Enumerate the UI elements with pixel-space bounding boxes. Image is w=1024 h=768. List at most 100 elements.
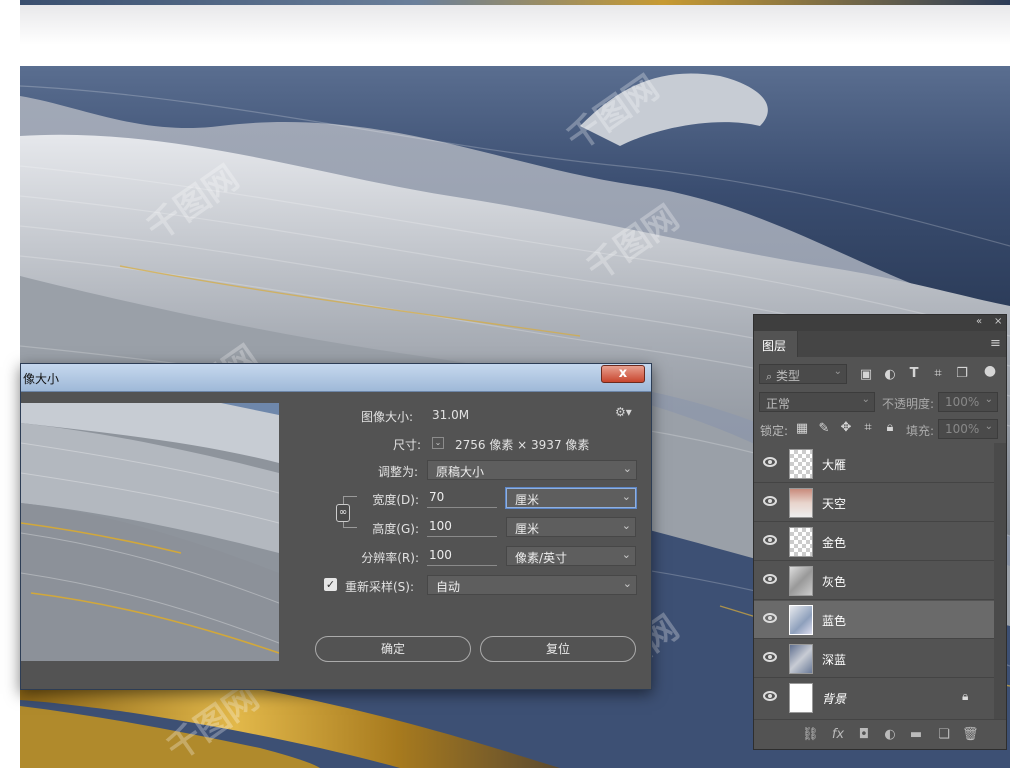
adjustment-layer-icon[interactable]: ◐ xyxy=(882,727,898,742)
lock-position-icon[interactable]: ✥ xyxy=(838,420,854,435)
fx-icon[interactable]: fx xyxy=(830,727,846,742)
shape-filter-icon[interactable]: ⌗ xyxy=(930,366,946,381)
layer-thumbnail xyxy=(789,527,813,557)
layer-thumbnail xyxy=(789,605,813,635)
filter-type-label: 类型 xyxy=(776,369,801,383)
eye-icon[interactable] xyxy=(763,535,777,545)
eye-icon[interactable] xyxy=(763,613,777,623)
eye-icon[interactable] xyxy=(763,691,777,701)
layer-row[interactable]: 金色 xyxy=(754,523,994,561)
fit-to-label: 调整为: xyxy=(377,465,418,479)
fill-label: 填充: xyxy=(906,424,935,438)
smart-object-filter-icon[interactable]: ❐ xyxy=(954,366,970,381)
layer-thumbnail xyxy=(789,449,813,479)
resolution-unit-select[interactable]: 像素/英寸 ⌄ xyxy=(506,546,636,566)
layer-row[interactable]: 天空 xyxy=(754,484,994,522)
dimensions-unit-dropdown[interactable]: ⌄ xyxy=(432,437,444,449)
image-size-value: 31.0M xyxy=(432,408,470,422)
lock-paint-icon[interactable]: ✎ xyxy=(816,421,832,436)
layers-panel: « × 图层 ≡ ⌕ 类型 ⌄ ▣ ◐ T ⌗ ❐ ● 正常 ⌄ 不透明度: 100… xyxy=(753,314,1007,750)
eye-icon[interactable] xyxy=(763,457,777,467)
layer-thumbnail xyxy=(789,644,813,674)
layer-filter-select[interactable]: ⌕ 类型 ⌄ xyxy=(759,364,847,384)
width-input[interactable]: 70 xyxy=(427,488,497,508)
width-unit-value: 厘米 xyxy=(515,493,540,507)
layer-name: 灰色 xyxy=(822,575,847,589)
lock-label: 锁定: xyxy=(760,424,789,438)
group-folder-icon[interactable]: ▬ xyxy=(908,727,924,742)
fit-to-value: 原稿大小 xyxy=(436,465,485,479)
eye-icon[interactable] xyxy=(763,652,777,662)
blend-mode-select[interactable]: 正常 ⌄ xyxy=(759,392,875,412)
pixel-filter-icon[interactable]: ▣ xyxy=(858,367,874,382)
resample-checkbox[interactable]: ✓ xyxy=(324,578,337,591)
layers-scrollbar[interactable] xyxy=(994,443,1006,719)
adjustment-filter-icon[interactable]: ◐ xyxy=(882,367,898,382)
dialog-titlebar[interactable]: 像大小 x xyxy=(21,364,651,392)
lock-artboard-icon[interactable]: ⌗ xyxy=(860,420,876,435)
resample-label: 重新采样(S): xyxy=(345,580,415,594)
lock-icon: 🔒︎ xyxy=(962,689,969,703)
blend-mode-value: 正常 xyxy=(766,397,791,411)
chevron-down-icon: ⌄ xyxy=(621,519,631,532)
link-layers-icon[interactable]: ⛓ xyxy=(802,727,819,742)
eye-icon[interactable] xyxy=(763,574,777,584)
image-preview[interactable] xyxy=(21,403,279,661)
resolution-unit-value: 像素/英寸 xyxy=(515,551,568,565)
chevron-down-icon: ⌄ xyxy=(621,490,631,503)
opacity-label: 不透明度: xyxy=(882,397,935,411)
chevron-down-icon: ⌄ xyxy=(621,548,631,561)
eye-icon[interactable] xyxy=(763,496,777,506)
width-unit-select[interactable]: 厘米 ⌄ xyxy=(506,488,636,508)
dimensions-value: 2756 像素 × 3937 像素 xyxy=(455,438,590,452)
layer-thumbnail xyxy=(789,566,813,596)
resolution-label: 分辨率(R): xyxy=(361,551,419,565)
height-input[interactable]: 100 xyxy=(427,517,497,537)
reset-button[interactable]: 复位 xyxy=(480,636,636,662)
resample-select[interactable]: 自动 ⌄ xyxy=(427,575,637,595)
layer-row[interactable]: 大雁 xyxy=(754,445,994,483)
search-icon: ⌕ xyxy=(766,370,773,383)
resolution-input[interactable]: 100 xyxy=(427,546,497,566)
ok-button[interactable]: 确定 xyxy=(315,636,471,662)
layer-name: 大雁 xyxy=(822,458,847,472)
layer-thumbnail xyxy=(789,683,813,713)
chevron-down-icon: ⌄ xyxy=(622,462,632,475)
fit-to-select[interactable]: 原稿大小 ⌄ xyxy=(427,460,637,480)
panel-header[interactable]: « × xyxy=(754,315,1006,331)
fill-input[interactable]: 100% ⌄ xyxy=(938,419,998,439)
layer-thumbnail xyxy=(789,488,813,518)
width-label: 宽度(D): xyxy=(372,493,419,507)
tab-layers[interactable]: 图层 xyxy=(754,331,798,357)
opacity-input[interactable]: 100% ⌄ xyxy=(938,392,998,412)
layer-name: 蓝色 xyxy=(822,614,847,628)
layer-name: 深蓝 xyxy=(822,653,847,667)
type-filter-icon[interactable]: T xyxy=(906,366,922,381)
panel-menu-icon[interactable]: ≡ xyxy=(990,336,1001,351)
layer-mask-icon[interactable]: ◘ xyxy=(856,727,872,742)
height-unit-select[interactable]: 厘米 ⌄ xyxy=(506,517,636,537)
gear-icon[interactable]: ⚙▾ xyxy=(615,405,632,419)
layer-row[interactable]: 灰色 xyxy=(754,562,994,600)
close-icon[interactable]: × xyxy=(994,316,1002,327)
preview-image xyxy=(21,403,279,661)
layer-name: 天空 xyxy=(822,497,847,511)
chevron-down-icon: ⌄ xyxy=(984,421,993,432)
filter-toggle-icon[interactable]: ● xyxy=(982,363,998,379)
trash-icon[interactable]: 🗑︎ xyxy=(962,727,979,742)
lock-all-icon[interactable]: 🔒︎ xyxy=(882,420,898,435)
layer-row[interactable]: 深蓝 xyxy=(754,640,994,678)
dimensions-label: 尺寸: xyxy=(392,438,421,452)
opacity-value: 100% xyxy=(945,395,980,409)
collapse-icon[interactable]: « xyxy=(976,316,982,327)
height-label: 高度(G): xyxy=(372,522,419,536)
layer-row[interactable]: 背景 🔒︎ xyxy=(754,679,994,717)
image-size-dialog: 像大小 x 图像大小: 31.0M ⚙▾ 尺寸: ⌄ 2756 像素 × 393… xyxy=(20,363,652,690)
layer-row-selected[interactable]: 蓝色 xyxy=(754,601,994,639)
layer-name: 背景 xyxy=(822,692,847,706)
artwork-shadow xyxy=(20,5,1010,45)
dialog-title: 像大小 xyxy=(23,372,60,386)
lock-transparent-icon[interactable]: ▦ xyxy=(794,421,810,436)
close-button[interactable]: x xyxy=(601,365,645,383)
new-layer-icon[interactable]: ❏ xyxy=(936,727,952,742)
